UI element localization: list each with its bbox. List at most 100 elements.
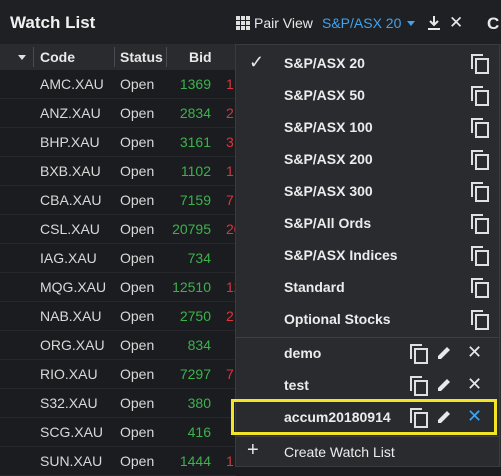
edit-icon[interactable] xyxy=(435,376,453,394)
code-cell: ANZ.XAU xyxy=(40,105,101,121)
status-cell: Open xyxy=(120,337,155,353)
status-cell: Open xyxy=(120,250,155,266)
bid-cell: 416 xyxy=(187,424,211,440)
table-row[interactable]: SCG.XAU Open 416 xyxy=(0,418,236,447)
column-header-status[interactable]: Status xyxy=(120,49,163,65)
status-cell: Open xyxy=(120,424,155,440)
code-cell: S32.XAU xyxy=(40,395,98,411)
table-row[interactable]: S32.XAU Open 380 xyxy=(0,389,236,418)
column-header-bid[interactable]: Bid xyxy=(189,49,212,65)
menu-item-sp-asx-200[interactable]: S&P/ASX 200 xyxy=(236,143,499,175)
copy-icon[interactable] xyxy=(471,278,489,298)
copy-icon[interactable] xyxy=(471,118,489,138)
status-cell: Open xyxy=(120,163,155,179)
table-row[interactable]: CSL.XAUOpen2079520 xyxy=(0,215,236,244)
side-panel-title: C xyxy=(487,14,500,33)
copy-icon[interactable] xyxy=(410,344,428,364)
table-row[interactable]: BHP.XAU Open 3161 3 xyxy=(0,128,236,157)
menu-item-standard[interactable]: Standard xyxy=(236,271,499,303)
status-cell: Open xyxy=(120,308,155,324)
table-row[interactable]: SUN.XAU Open 1444 1 xyxy=(0,447,236,476)
menu-item-label: test xyxy=(284,377,309,393)
pair-view-button[interactable]: Pair View xyxy=(236,15,313,31)
check-icon: ✓ xyxy=(249,52,265,72)
menu-item-sp-asx-20[interactable]: ✓ S&P/ASX 20 xyxy=(236,47,499,79)
code-cell: AMC.XAU xyxy=(40,76,104,92)
menu-item-label: S&P/ASX 100 xyxy=(284,119,373,135)
close-icon[interactable]: ✕ xyxy=(449,13,463,33)
menu-item-label: S&P/ASX 300 xyxy=(284,183,373,199)
copy-icon[interactable] xyxy=(471,54,489,74)
table-row[interactable]: IAG.XAU Open 734 xyxy=(0,244,236,273)
table-row[interactable]: ANZ.XAU Open 2834 2 xyxy=(0,99,236,128)
status-cell: Open xyxy=(120,366,155,382)
menu-item-demo[interactable]: demo ✕ xyxy=(236,337,499,369)
plus-icon: + xyxy=(247,439,259,461)
status-cell: Open xyxy=(120,395,155,411)
watchlist-dropdown[interactable]: S&P/ASX 20 xyxy=(322,15,416,31)
watchlist-table: AMC.XAU Open 1369 1 ANZ.XAU Open 2834 2 BHP.XA… xyxy=(0,70,236,476)
table-row[interactable]: CBA.XAU Open 7159 7 xyxy=(0,186,236,215)
code-cell: BXB.XAU xyxy=(40,163,101,179)
code-cell: MQG.XAU xyxy=(40,279,107,295)
menu-item-sp-asx-50[interactable]: S&P/ASX 50 xyxy=(236,79,499,111)
sort-menu-icon[interactable] xyxy=(18,55,26,60)
code-cell: BHP.XAU xyxy=(40,134,100,150)
edit-icon[interactable] xyxy=(435,344,453,362)
menu-item-sp-asx-300[interactable]: S&P/ASX 300 xyxy=(236,175,499,207)
table-row[interactable]: MQG.XAUOpen1251012 xyxy=(0,273,236,302)
code-cell: NAB.XAU xyxy=(40,308,102,324)
status-cell: Open xyxy=(120,105,155,121)
bid-cell: 1369 xyxy=(179,76,211,92)
bid-cell: 20795 xyxy=(172,221,211,237)
menu-item-label: S&P/ASX 20 xyxy=(284,55,365,71)
delete-icon[interactable]: ✕ xyxy=(467,374,482,395)
panel-title: Watch List xyxy=(10,13,96,32)
create-watchlist-item[interactable]: + Create Watch List xyxy=(236,436,499,468)
table-row[interactable]: AMC.XAU Open 1369 1 xyxy=(0,70,236,99)
menu-item-sp-all-ords[interactable]: S&P/All Ords xyxy=(236,207,499,239)
table-row[interactable]: NAB.XAU Open 2750 2 xyxy=(0,302,236,331)
menu-item-test[interactable]: test ✕ xyxy=(236,369,499,401)
table-row[interactable]: ORG.XAU Open 834 xyxy=(0,331,236,360)
table-header: Code Status Bid xyxy=(0,44,236,70)
chevron-down-icon xyxy=(407,20,416,26)
copy-icon[interactable] xyxy=(471,214,489,234)
menu-item-sp-asx-100[interactable]: S&P/ASX 100 xyxy=(236,111,499,143)
selection-highlight-box xyxy=(231,399,497,435)
column-header-code[interactable]: Code xyxy=(40,49,75,65)
menu-item-label: Standard xyxy=(284,279,345,295)
bid-cell: 7297 xyxy=(179,366,211,382)
copy-icon[interactable] xyxy=(471,150,489,170)
menu-item-label: demo xyxy=(284,345,322,361)
copy-icon[interactable] xyxy=(471,182,489,202)
menu-item-label: Optional Stocks xyxy=(284,311,391,327)
table-row[interactable]: BXB.XAU Open 1102 1 xyxy=(0,157,236,186)
menu-item-label: S&P/ASX Indices xyxy=(284,247,398,263)
table-row[interactable]: RIO.XAU Open 7297 7 xyxy=(0,360,236,389)
watchlist-header: Watch List Pair View S&P/ASX 20 ✕ C xyxy=(0,0,501,44)
code-cell: SCG.XAU xyxy=(40,424,104,440)
menu-item-optional-stocks[interactable]: Optional Stocks xyxy=(236,303,499,335)
bid-cell: 3161 xyxy=(179,134,211,150)
bid-cell: 834 xyxy=(187,337,211,353)
create-watchlist-label: Create Watch List xyxy=(284,444,395,460)
bid-cell: 1102 xyxy=(180,163,211,179)
delete-icon[interactable]: ✕ xyxy=(467,342,482,363)
bid-cell: 734 xyxy=(187,250,211,266)
status-cell: Open xyxy=(120,134,155,150)
copy-icon[interactable] xyxy=(410,376,428,396)
code-cell: ORG.XAU xyxy=(40,337,105,353)
download-icon[interactable] xyxy=(427,15,441,31)
copy-icon[interactable] xyxy=(471,86,489,106)
copy-icon[interactable] xyxy=(471,246,489,266)
menu-item-sp-asx-indices[interactable]: S&P/ASX Indices xyxy=(236,239,499,271)
copy-icon[interactable] xyxy=(471,310,489,330)
menu-item-label: S&P/ASX 200 xyxy=(284,151,373,167)
bid-cell: 12510 xyxy=(172,279,211,295)
code-cell: IAG.XAU xyxy=(40,250,97,266)
bid-cell: 2750 xyxy=(179,308,211,324)
status-cell: Open xyxy=(120,279,155,295)
code-cell: CBA.XAU xyxy=(40,192,102,208)
bid-cell: 2834 xyxy=(179,105,211,121)
